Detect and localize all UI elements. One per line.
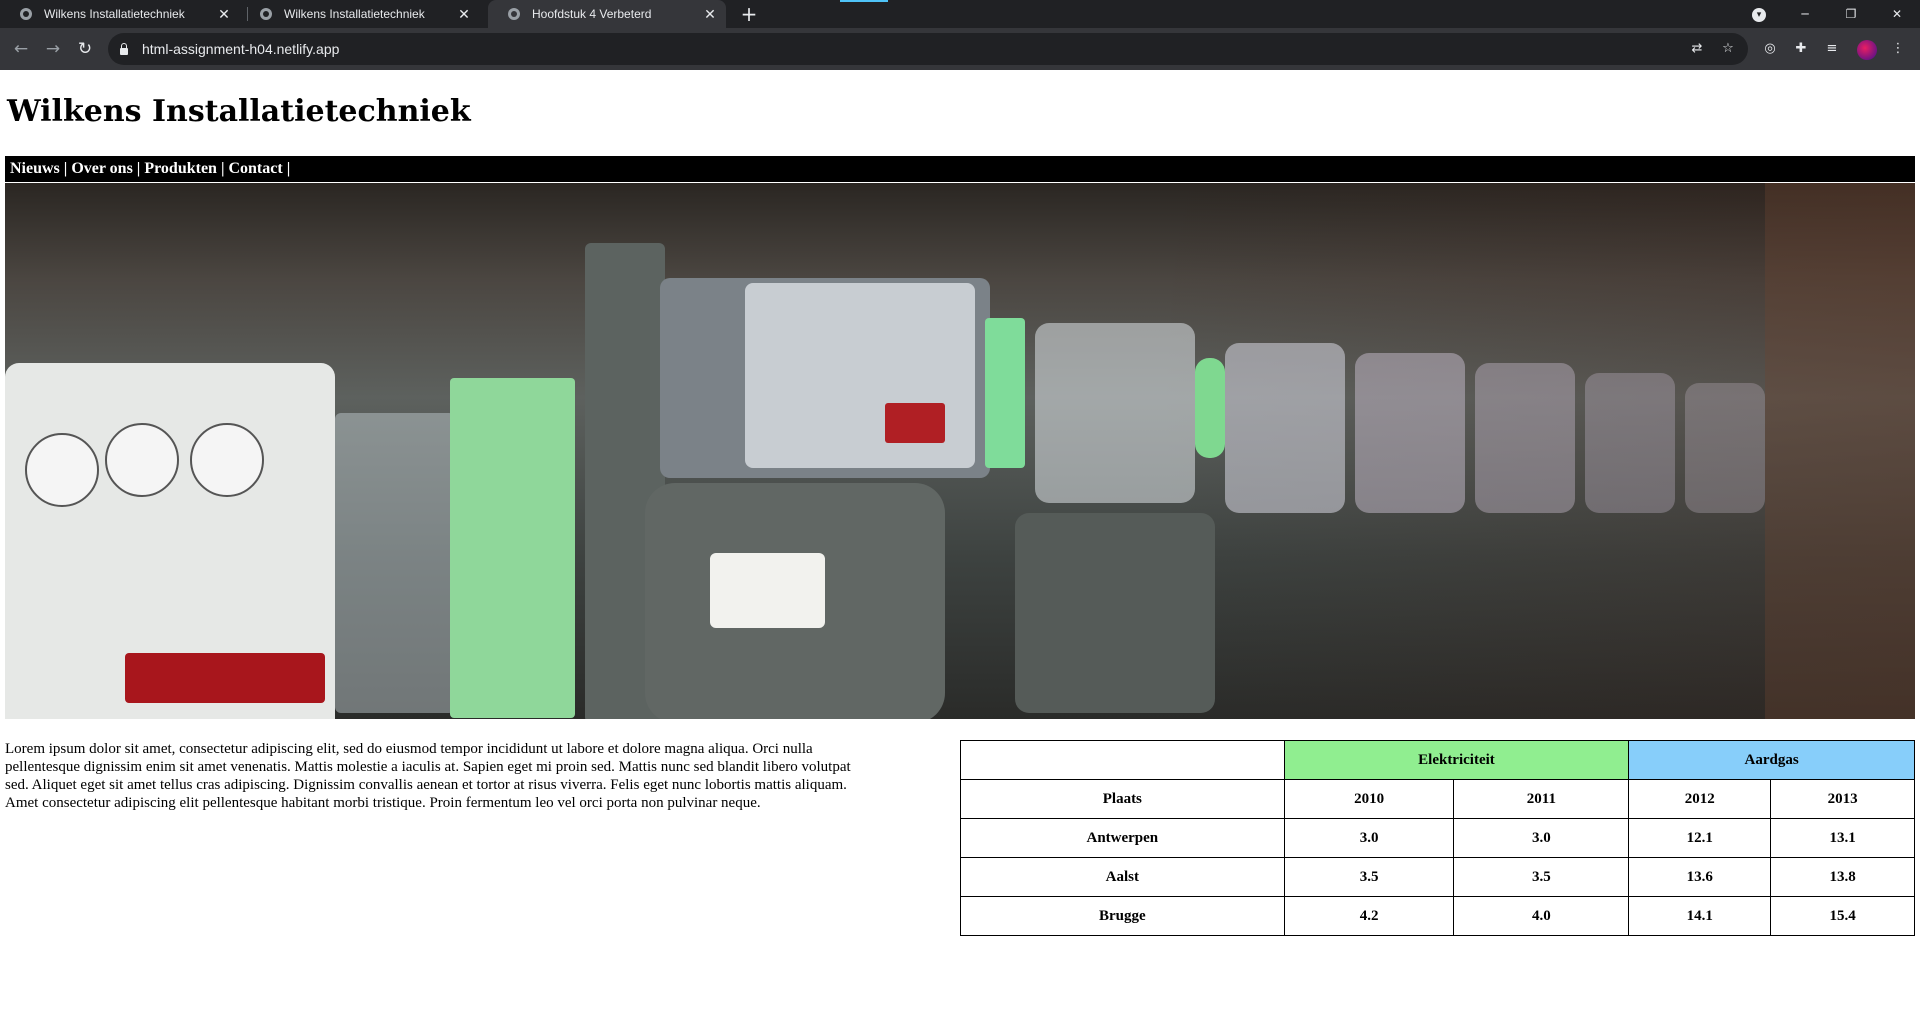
- meter-dial: [105, 423, 179, 497]
- meter-dial: [190, 423, 264, 497]
- globe-icon: [260, 8, 272, 20]
- nav-separator: |: [282, 160, 291, 177]
- reload-icon[interactable]: ↻: [73, 37, 97, 61]
- meter-glass: [335, 413, 455, 713]
- meter-green-label: [1195, 358, 1225, 458]
- group-header-aardgas: Aardgas: [1628, 740, 1915, 780]
- table-cell: 14.1: [1628, 896, 1772, 936]
- table-cell: 4.2: [1283, 896, 1455, 936]
- main-navigation: Nieuws | Over ons | Produkten | Contact …: [5, 156, 1915, 182]
- nav-separator: |: [132, 160, 145, 177]
- table-row: Aalst 3.5 3.5 13.6 13.8: [960, 857, 1915, 897]
- table-cell: Aalst: [960, 857, 1285, 897]
- url-text[interactable]: html-assignment-h04.netlify.app: [142, 41, 339, 57]
- table-cell: 3.0: [1283, 818, 1455, 858]
- browser-tab[interactable]: Wilkens Installatietechniek ✕: [240, 0, 480, 28]
- meter-distant: [1355, 353, 1465, 513]
- address-bar[interactable]: html-assignment-h04.netlify.app: [108, 33, 1748, 65]
- table-cell: Antwerpen: [960, 818, 1285, 858]
- body-paragraph: Lorem ipsum dolor sit amet, consectetur …: [5, 741, 851, 811]
- window-close-icon[interactable]: ✕: [1874, 0, 1920, 28]
- kebab-menu-icon[interactable]: ⋮: [1890, 41, 1906, 57]
- meter-distant: [1225, 343, 1345, 513]
- nav-separator: |: [59, 160, 72, 177]
- restore-icon[interactable]: ❐: [1828, 0, 1874, 28]
- meter-green-label: [985, 318, 1025, 468]
- browser-tab[interactable]: Wilkens Installatietechniek ✕: [0, 0, 240, 28]
- table-row: Brugge 4.2 4.0 14.1 15.4: [960, 896, 1915, 936]
- minimize-icon[interactable]: ─: [1782, 0, 1828, 28]
- browser-tab-strip: Wilkens Installatietechniek ✕ Wilkens In…: [0, 0, 1920, 28]
- column-header: 2011: [1453, 779, 1630, 819]
- table-cell: 12.1: [1628, 818, 1772, 858]
- nav-link-over-ons[interactable]: Over ons: [71, 160, 132, 177]
- extension-icon[interactable]: ◎: [1762, 41, 1778, 57]
- lock-icon[interactable]: [120, 42, 128, 55]
- table-cell: 3.5: [1453, 857, 1630, 897]
- meter-distant: [1035, 323, 1195, 503]
- web-page: Wilkens Installatietechniek Nieuws | Ove…: [0, 70, 1920, 1029]
- browser-tab-active[interactable]: Hoofdstuk 4 Verbeterd ✕: [488, 0, 726, 28]
- table-cell: 4.0: [1453, 896, 1630, 936]
- nav-separator: |: [216, 160, 229, 177]
- close-icon[interactable]: ✕: [456, 6, 472, 22]
- tab-search-icon[interactable]: ▾: [1752, 8, 1766, 22]
- tab-title: Wilkens Installatietechniek: [284, 7, 425, 21]
- table-empty-corner: [960, 740, 1285, 780]
- column-header: 2010: [1283, 779, 1455, 819]
- star-icon[interactable]: ☆: [1720, 41, 1736, 57]
- meter-distant: [1585, 373, 1675, 513]
- brick-wall: [1765, 183, 1915, 719]
- meter-distant: [1475, 363, 1575, 513]
- meter-distant: [1015, 513, 1215, 713]
- new-tab-plus-icon[interactable]: +: [738, 3, 760, 25]
- table-cell: 13.8: [1770, 857, 1915, 897]
- table-column-header-row: Plaats 2010 2011 2012 2013: [960, 779, 1915, 819]
- globe-icon: [20, 8, 32, 20]
- column-header: 2013: [1770, 779, 1915, 819]
- energy-table: Elektriciteit Aardgas Plaats 2010 2011 2…: [960, 740, 1915, 936]
- avatar[interactable]: [1857, 40, 1877, 60]
- meter-distant: [1685, 383, 1765, 513]
- table-cell: Brugge: [960, 896, 1285, 936]
- back-arrow-icon[interactable]: ←: [9, 37, 33, 61]
- close-icon[interactable]: ✕: [216, 6, 232, 22]
- reading-list-icon[interactable]: ≡: [1824, 41, 1840, 57]
- group-header-elektriciteit: Elektriciteit: [1283, 740, 1630, 780]
- browser-toolbar: ← → ↻ html-assignment-h04.netlify.app ⇄ …: [0, 28, 1920, 70]
- meter-green-label: [450, 378, 575, 718]
- nav-link-contact[interactable]: Contact: [228, 160, 282, 177]
- tab-title: Wilkens Installatietechniek: [44, 7, 185, 21]
- close-icon[interactable]: ✕: [702, 6, 718, 22]
- nav-link-produkten[interactable]: Produkten: [144, 160, 217, 177]
- meter-dial: [25, 433, 99, 507]
- tab-accent-bar: [840, 0, 888, 2]
- table-cell: 3.5: [1283, 857, 1455, 897]
- translate-icon[interactable]: ⇄: [1689, 41, 1705, 57]
- table-row: Antwerpen 3.0 3.0 12.1 13.1: [960, 818, 1915, 858]
- tab-title: Hoofdstuk 4 Verbeterd: [532, 7, 652, 21]
- table-cell: 13.6: [1628, 857, 1772, 897]
- table-cell: 15.4: [1770, 896, 1915, 936]
- meter-plate: [710, 553, 825, 628]
- nav-link-nieuws[interactable]: Nieuws: [10, 160, 60, 177]
- table-group-header-row: Elektriciteit Aardgas: [960, 740, 1915, 780]
- meter-red-label: [125, 653, 325, 703]
- table-cell: 13.1: [1770, 818, 1915, 858]
- puzzle-icon[interactable]: ✚: [1793, 41, 1809, 57]
- page-title: Wilkens Installatietechniek: [7, 94, 471, 129]
- table-cell: 3.0: [1453, 818, 1630, 858]
- meter-red-label: [885, 403, 945, 443]
- column-header: 2012: [1628, 779, 1772, 819]
- hero-image-gas-meters: [5, 183, 1915, 719]
- globe-icon: [508, 8, 520, 20]
- column-header: Plaats: [960, 779, 1285, 819]
- forward-arrow-icon[interactable]: →: [41, 37, 65, 61]
